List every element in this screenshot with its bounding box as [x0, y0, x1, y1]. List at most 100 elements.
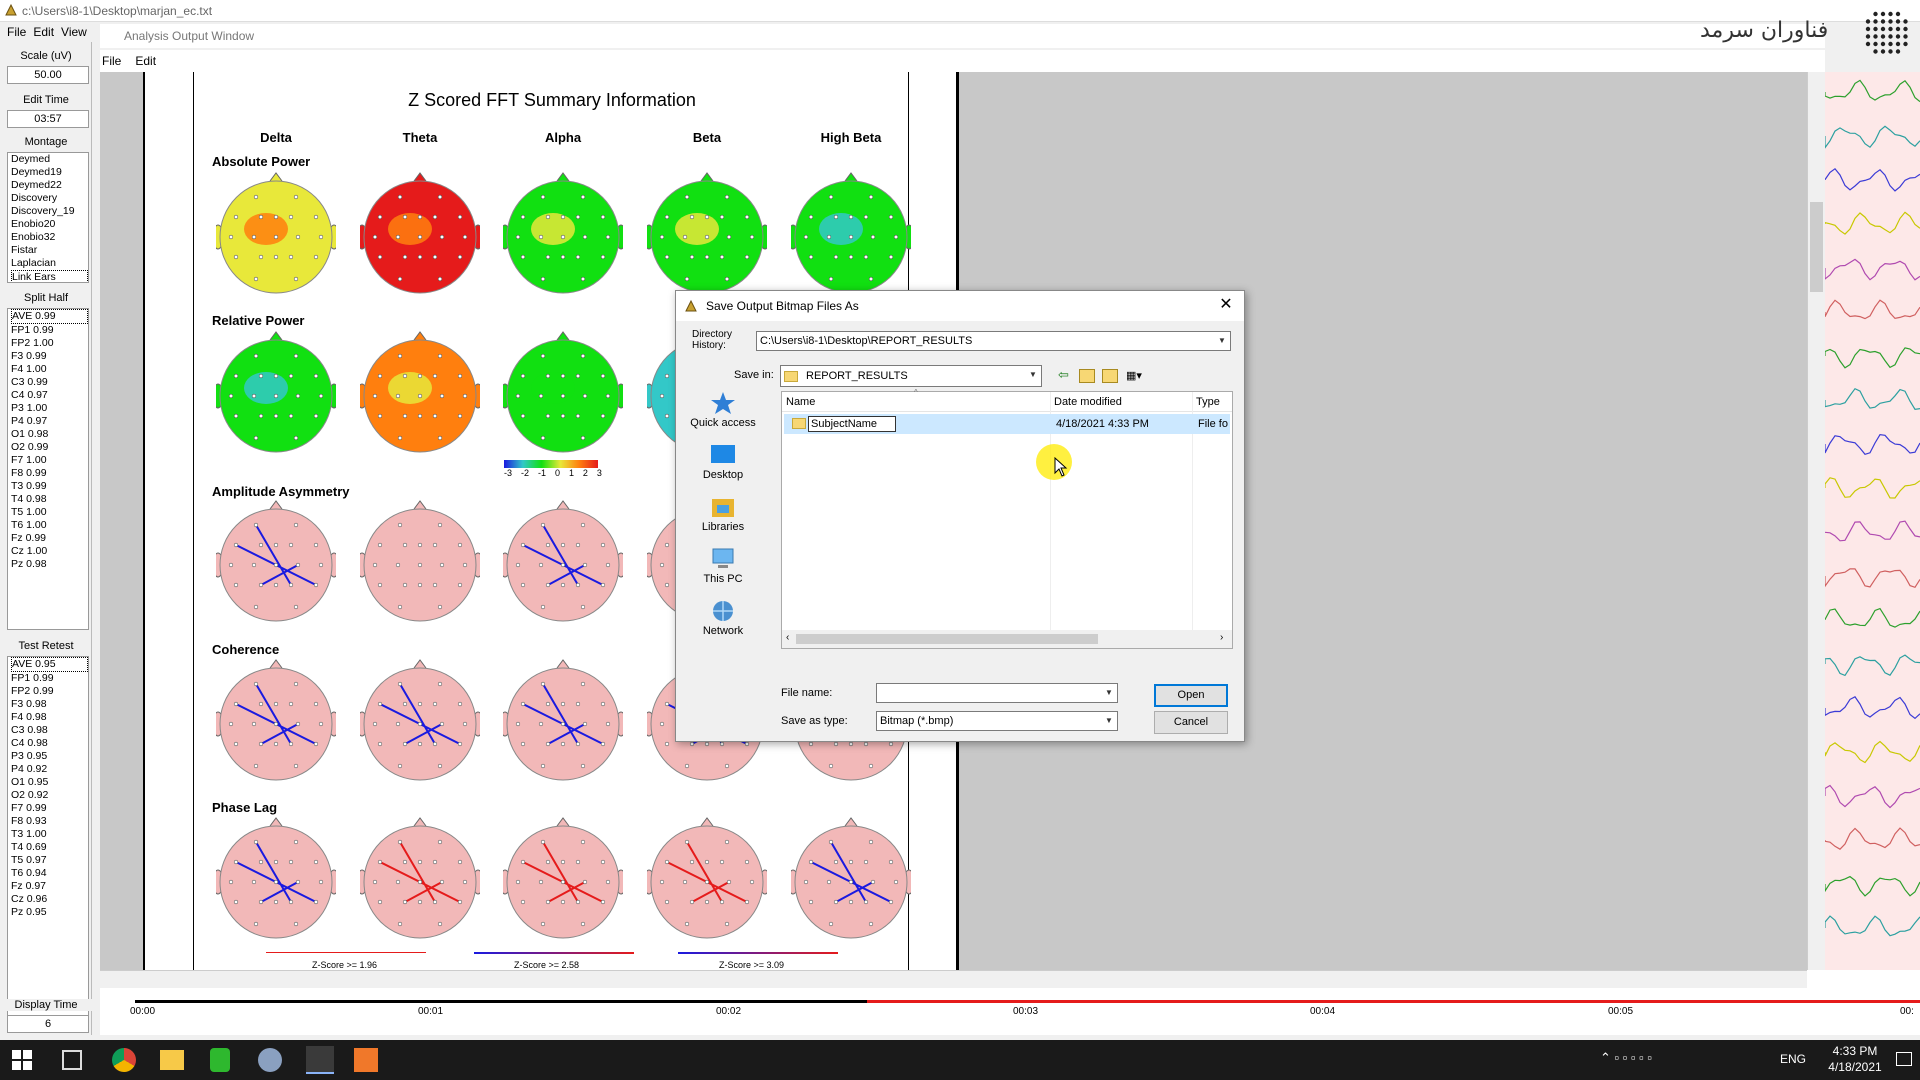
- place-desktop[interactable]: Desktop: [688, 443, 758, 481]
- list-item[interactable]: P3 1.00: [11, 402, 88, 415]
- list-item[interactable]: O2 0.99: [11, 441, 88, 454]
- list-item[interactable]: C3 0.98: [11, 724, 88, 737]
- list-item[interactable]: T5 1.00: [11, 506, 88, 519]
- chevron-down-icon[interactable]: ▼: [1214, 332, 1230, 350]
- list-item[interactable]: Discovery_19: [11, 205, 88, 218]
- list-item[interactable]: FP2 1.00: [11, 337, 88, 350]
- scroll-thumb[interactable]: [796, 634, 1098, 644]
- list-item[interactable]: Discovery: [11, 192, 88, 205]
- scroll-right-icon[interactable]: ›: [1220, 632, 1223, 643]
- file-explorer-icon[interactable]: [160, 1050, 184, 1070]
- eeg-app-icon[interactable]: [258, 1048, 282, 1072]
- shield-app-icon[interactable]: [210, 1048, 230, 1072]
- task-view-icon[interactable]: [62, 1050, 82, 1070]
- column-name[interactable]: Name: [786, 396, 815, 408]
- list-item[interactable]: O2 0.92: [11, 789, 88, 802]
- list-item[interactable]: F8 0.93: [11, 815, 88, 828]
- list-item[interactable]: C4 0.98: [11, 737, 88, 750]
- list-item[interactable]: C4 0.97: [11, 389, 88, 402]
- display-time-field[interactable]: 6: [7, 1015, 89, 1033]
- list-item[interactable]: Deymed19: [11, 166, 88, 179]
- aow-menu-edit[interactable]: Edit: [135, 54, 156, 68]
- column-date-modified[interactable]: Date modified: [1054, 396, 1122, 408]
- aow-menu-file[interactable]: File: [102, 54, 121, 68]
- save-in-combo[interactable]: REPORT_RESULTS ▼: [780, 365, 1042, 387]
- list-item[interactable]: Pz 0.98: [11, 558, 88, 571]
- list-item[interactable]: Enobio32: [11, 231, 88, 244]
- list-item[interactable]: Deymed22: [11, 179, 88, 192]
- menu-view[interactable]: View: [61, 25, 87, 39]
- scroll-left-icon[interactable]: ‹: [786, 632, 789, 643]
- save-as-type-select[interactable]: Bitmap (*.bmp) ▼: [876, 711, 1118, 731]
- list-item[interactable]: Enobio20: [11, 218, 88, 231]
- language-indicator[interactable]: ENG: [1780, 1052, 1806, 1066]
- list-item[interactable]: Fz 0.97: [11, 880, 88, 893]
- clock-date[interactable]: 4/18/2021: [1820, 1060, 1890, 1074]
- file-name-combo[interactable]: ▼: [876, 683, 1118, 703]
- clock-time[interactable]: 4:33 PM: [1820, 1044, 1890, 1058]
- chevron-down-icon[interactable]: ▼: [1101, 712, 1117, 730]
- list-item[interactable]: FP1 0.99: [11, 672, 88, 685]
- menu-edit[interactable]: Edit: [33, 25, 54, 39]
- list-item[interactable]: T4 0.69: [11, 841, 88, 854]
- list-item[interactable]: C3 0.99: [11, 376, 88, 389]
- place-libraries[interactable]: Libraries: [688, 495, 758, 533]
- place-network[interactable]: Network: [688, 599, 758, 637]
- list-item[interactable]: Cz 0.96: [11, 893, 88, 906]
- scroll-thumb[interactable]: [1810, 202, 1823, 292]
- place-quick-access[interactable]: Quick access: [688, 391, 758, 429]
- horizontal-scrollbar[interactable]: [100, 970, 1807, 988]
- scale-input[interactable]: 50.00: [7, 66, 89, 84]
- list-item[interactable]: F4 0.98: [11, 711, 88, 724]
- vertical-scrollbar[interactable]: [1807, 72, 1825, 970]
- chrome-icon[interactable]: [112, 1048, 136, 1072]
- split-half-list[interactable]: AVE 0.99 FP1 0.99 FP2 1.00 F3 0.99 F4 1.00 C3…: [7, 308, 89, 630]
- chevron-down-icon[interactable]: ▼: [1025, 366, 1041, 384]
- chevron-down-icon[interactable]: ▼: [1101, 684, 1117, 702]
- test-retest-list[interactable]: AVE 0.95 FP1 0.99 FP2 0.99 F3 0.98 F4 0.98 C3…: [7, 656, 89, 1018]
- rename-input[interactable]: SubjectName: [808, 416, 896, 432]
- list-item[interactable]: T6 0.94: [11, 867, 88, 880]
- column-type[interactable]: Type: [1196, 396, 1220, 408]
- cancel-button[interactable]: Cancel: [1154, 711, 1228, 734]
- list-item[interactable]: Cz 1.00: [11, 545, 88, 558]
- open-button[interactable]: Open: [1154, 684, 1228, 707]
- list-item[interactable]: P4 0.97: [11, 415, 88, 428]
- list-item[interactable]: T5 0.97: [11, 854, 88, 867]
- list-item[interactable]: Pz 0.95: [11, 906, 88, 919]
- new-folder-icon[interactable]: [1102, 369, 1118, 383]
- system-tray[interactable]: ⌃ ▫ ▫ ▫ ▫ ▫: [1600, 1050, 1780, 1070]
- up-folder-icon[interactable]: [1079, 369, 1095, 383]
- list-item[interactable]: FP1 0.99: [11, 324, 88, 337]
- directory-history-combo[interactable]: C:\Users\i8-1\Desktop\REPORT_RESULTS ▼: [756, 331, 1231, 351]
- edit-time-field[interactable]: 03:57: [7, 110, 89, 128]
- list-item[interactable]: F3 0.98: [11, 698, 88, 711]
- list-item[interactable]: T3 0.99: [11, 480, 88, 493]
- list-item-selected[interactable]: Link Ears: [11, 270, 88, 282]
- table-row[interactable]: SubjectName 4/18/2021 4:33 PM File fo: [784, 414, 1230, 434]
- list-item[interactable]: FP2 0.99: [11, 685, 88, 698]
- list-item[interactable]: T4 0.98: [11, 493, 88, 506]
- list-item[interactable]: Laplacian: [11, 257, 88, 270]
- file-list-hscroll[interactable]: ‹ ›: [782, 630, 1232, 648]
- view-menu-icon[interactable]: ▦▾: [1126, 369, 1148, 383]
- back-icon[interactable]: ⇦: [1058, 367, 1074, 385]
- list-item[interactable]: F3 0.99: [11, 350, 88, 363]
- list-item[interactable]: F7 0.99: [11, 802, 88, 815]
- list-item[interactable]: O1 0.95: [11, 776, 88, 789]
- close-icon[interactable]: ✕: [1216, 295, 1236, 315]
- list-item[interactable]: F8 0.99: [11, 467, 88, 480]
- recorder-app-icon[interactable]: [354, 1048, 378, 1072]
- list-item[interactable]: O1 0.98: [11, 428, 88, 441]
- list-item[interactable]: P3 0.95: [11, 750, 88, 763]
- list-item[interactable]: P4 0.92: [11, 763, 88, 776]
- notifications-icon[interactable]: [1896, 1052, 1912, 1066]
- active-app-icon[interactable]: [306, 1046, 334, 1074]
- list-item[interactable]: F4 1.00: [11, 363, 88, 376]
- list-item[interactable]: Deymed: [11, 153, 88, 166]
- menu-file[interactable]: File: [7, 25, 26, 39]
- file-list[interactable]: Name ^ Date modified Type SubjectName 4/…: [781, 388, 1233, 649]
- place-this-pc[interactable]: This PC: [688, 547, 758, 585]
- list-item[interactable]: Fz 0.99: [11, 532, 88, 545]
- list-item[interactable]: T6 1.00: [11, 519, 88, 532]
